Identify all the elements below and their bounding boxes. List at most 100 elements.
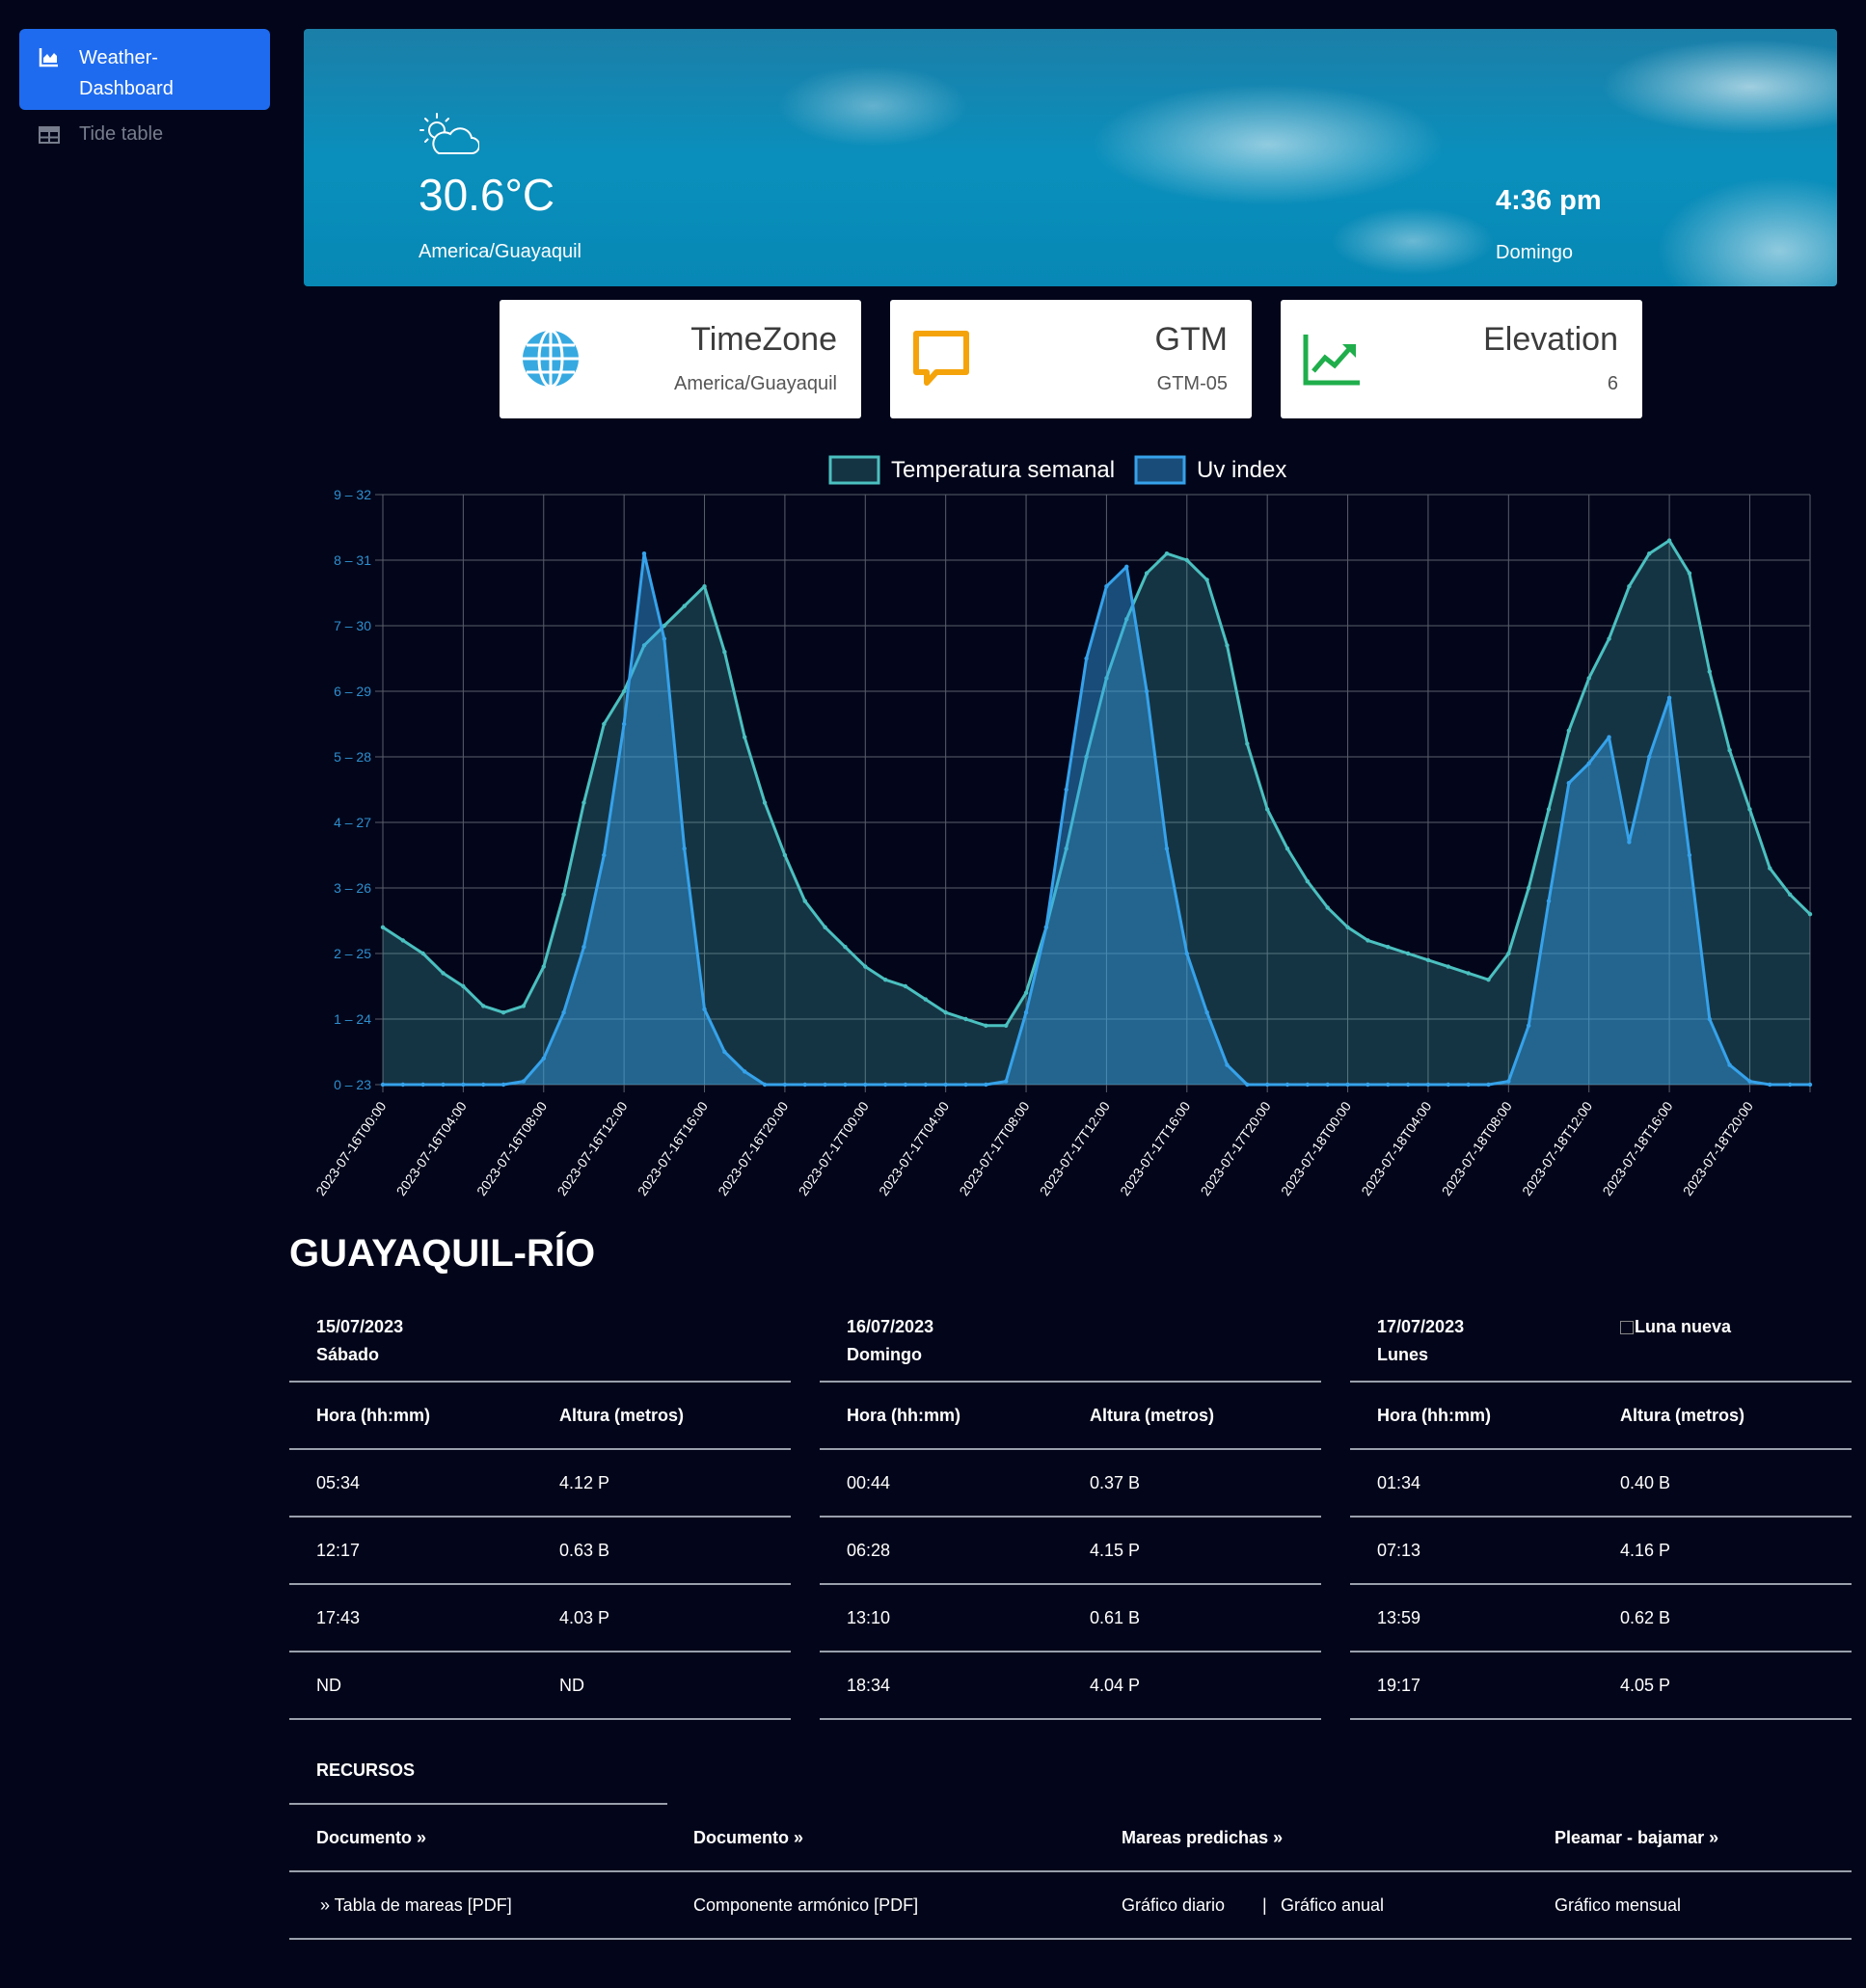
uv-index-point [541,1056,546,1061]
uv-index-point [1204,1010,1209,1015]
uv-index-point [1446,1082,1450,1088]
temperature-point [802,899,807,903]
sidebar: Weather-Dashboard Tide table [19,29,270,159]
tide-table-pdf-link[interactable]: » Tabla de mareas [PDF] [320,1895,512,1916]
uv-index-point [1627,840,1632,845]
uv-index-point [481,1082,486,1088]
column-header-altura: Altura (metros) [559,1405,685,1425]
sidebar-item-tide-table[interactable]: Tide table [19,110,270,159]
uv-index-point [500,1082,506,1088]
temperature-point [1204,578,1209,582]
tide-date: 15/07/2023 [316,1317,404,1336]
temperature-point [1446,964,1450,969]
monthly-chart-link[interactable]: Gráfico mensual [1555,1895,1681,1916]
temperature-point [743,735,747,739]
uv-index-point [1526,1023,1531,1028]
tide-day-header: 15/07/2023 Sábado [289,1292,791,1383]
temperature-point [1707,669,1712,674]
table-row: 01:34 0.40 B [1350,1450,1852,1518]
resources-header: RECURSOS [289,1735,667,1805]
legend-swatch [828,455,880,485]
uv-index-point [1607,735,1611,739]
uv-index-point [1325,1082,1330,1088]
uv-index-point [943,1082,948,1088]
column-header-hora: Hora (hh:mm) [316,1405,430,1425]
daily-chart-link[interactable]: Gráfico diario [1122,1895,1225,1916]
uv-index-point [1768,1082,1772,1088]
uv-index-point [662,636,667,641]
uv-index-point [1184,951,1190,956]
table-row: 18:34 4.04 P [820,1652,1321,1720]
uv-index-point [400,1082,406,1088]
temperature-point [380,925,386,929]
temperature-point [963,1016,968,1022]
x-tick-label: 2023-07-18T12:00 [1519,1098,1595,1198]
partly-cloudy-sun-icon [419,113,479,154]
table-row: 00:44 0.37 B [820,1450,1321,1518]
harmonic-component-pdf-link[interactable]: Componente armónico [PDF] [693,1895,918,1916]
tide-day-header: 17/07/2023 Lunes Luna nueva [1350,1292,1852,1383]
temperature-point [1807,912,1813,917]
tide-height: ND [559,1675,584,1695]
x-tick-label: 2023-07-16T04:00 [393,1098,470,1198]
table-icon [39,125,60,144]
table-row: 06:28 4.15 P [820,1518,1321,1585]
uv-index-point [1345,1082,1350,1088]
temperature-point [1747,807,1752,812]
temperature-point [561,892,566,897]
sidebar-item-weather-dashboard[interactable]: Weather-Dashboard [19,29,270,110]
table-row: 12:17 0.63 B [289,1518,791,1585]
temperature-point [1425,957,1431,962]
resource-header: Pleamar - bajamar » [1555,1828,1719,1847]
uv-index-point [641,551,647,556]
uv-index-point [782,1082,788,1088]
table-row: 05:34 4.12 P [289,1450,791,1518]
temperature-point [943,1010,948,1015]
x-tick-label: 2023-07-17T04:00 [876,1098,952,1198]
tide-day-column: 15/07/2023 Sábado Hora (hh:mm) Altura (met… [289,1292,791,1720]
tide-height: 4.04 P [1090,1675,1141,1695]
temperature-point [1486,978,1491,982]
uv-index-point [420,1082,425,1088]
temperature-point [602,721,607,727]
tide-height: 4.15 P [1090,1540,1141,1560]
y-tick-label: 8 – 31 [334,552,371,568]
x-tick-label: 2023-07-18T00:00 [1278,1098,1354,1198]
tide-date: 16/07/2023 [847,1317,934,1336]
tide-table-header-row: Hora (hh:mm) Altura (metros) [289,1383,791,1450]
elevation-card: Elevation 6 [1281,300,1642,418]
resource-header: Documento » [316,1828,427,1847]
tide-weekday: Lunes [1377,1345,1429,1364]
temperature-point [1727,748,1732,753]
temperature-point [1366,938,1370,943]
x-tick-label: 2023-07-18T08:00 [1439,1098,1515,1198]
uv-index-point [1405,1082,1411,1088]
column-header-altura: Altura (metros) [1620,1405,1745,1425]
temperature-point [903,983,908,989]
legend-label: Temperatura semanal [891,457,1115,483]
temperature-point [984,1023,988,1028]
column-header-hora: Hora (hh:mm) [1377,1405,1491,1425]
area-chart-icon [39,48,58,67]
timezone-label: America/Guayaquil [419,241,581,262]
uv-index-point [1647,754,1652,760]
x-tick-label: 2023-07-16T08:00 [473,1098,550,1198]
uv-index-point [722,1049,727,1055]
card-value: GTM-05 [1156,373,1228,394]
uv-index-point [1506,1079,1511,1084]
y-tick-label: 9 – 32 [334,487,371,502]
temperature-point [923,997,929,1002]
temperature-point [1647,551,1652,556]
temperature-point [882,978,888,982]
broken-image-icon [1620,1320,1634,1334]
annual-chart-link[interactable]: Gráfico anual [1281,1895,1384,1916]
uv-index-point [1366,1082,1370,1088]
uv-index-point [461,1082,466,1088]
current-day: Domingo [1496,242,1574,263]
tide-height: 4.05 P [1620,1675,1671,1695]
tide-height: 0.40 B [1620,1472,1671,1492]
x-tick-label: 2023-07-17T20:00 [1197,1098,1273,1198]
weather-chart: 9 – 32 8 – 31 7 – 30 6 – 29 5 – 28 4 – 27 3 – … [312,455,1813,1198]
temperature-point [581,800,586,805]
moon-phase-image: Luna nueva [1620,1317,1731,1337]
